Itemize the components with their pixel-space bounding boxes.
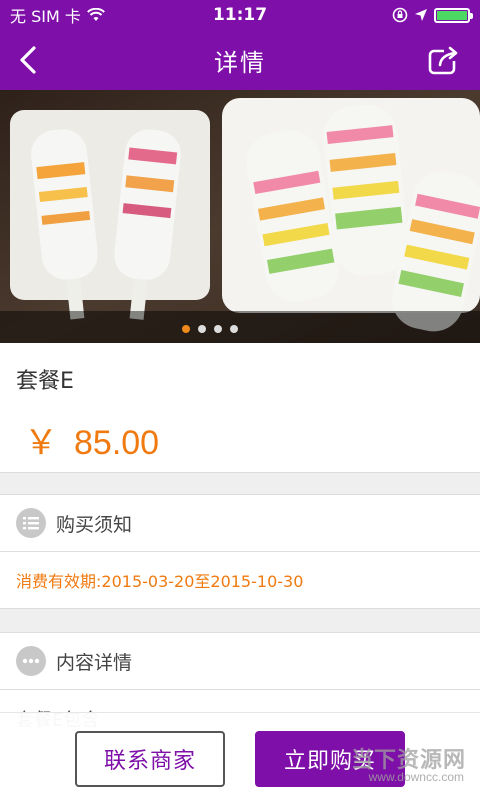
product-price: ￥ 85.00: [24, 415, 159, 464]
location-icon: [415, 9, 427, 21]
buy-now-button[interactable]: 立即购买: [255, 731, 405, 787]
share-icon: [428, 46, 458, 75]
currency-symbol: ￥: [24, 424, 58, 462]
list-icon: [16, 508, 46, 538]
carousel-indicators[interactable]: [0, 325, 480, 333]
carousel-dot[interactable]: [198, 325, 206, 333]
carousel-dot[interactable]: [214, 325, 222, 333]
content-details-label: 内容详情: [56, 651, 133, 674]
more-icon: [16, 646, 46, 676]
chevron-left-icon: [20, 46, 36, 74]
validity-period: 消费有效期: 2015-03-20至2015-10-30: [0, 552, 480, 609]
back-button[interactable]: [10, 42, 46, 78]
status-time: 11:17: [212, 5, 268, 25]
nav-bar: 详情: [0, 30, 480, 90]
status-left: 无 SIM 卡: [10, 3, 105, 27]
product-photo: [0, 90, 480, 343]
battery-icon: [434, 7, 473, 23]
content-details-header: 内容详情: [0, 632, 480, 690]
share-button[interactable]: [426, 42, 464, 78]
validity-label: 消费有效期:: [16, 572, 102, 591]
product-name: 套餐E: [16, 369, 74, 394]
validity-value: 2015-03-20至2015-10-30: [101, 572, 304, 591]
carousel-dot[interactable]: [230, 325, 238, 333]
bottom-action-bar: 联系商家 立即购买: [0, 712, 480, 800]
purchase-notes-label: 购买须知: [56, 513, 133, 536]
carousel-dot[interactable]: [182, 325, 190, 333]
rotation-lock-icon: [392, 7, 408, 23]
status-right: [392, 7, 473, 23]
product-info: 套餐E ￥ 85.00: [0, 343, 480, 473]
price-value: 85.00: [74, 424, 160, 462]
page-title: 详情: [214, 48, 266, 77]
product-image-carousel[interactable]: [0, 90, 480, 343]
wifi-icon: [86, 8, 105, 21]
purchase-notes-header: 购买须知: [0, 494, 480, 552]
contact-merchant-button[interactable]: 联系商家: [75, 731, 225, 787]
status-bar: 无 SIM 卡 11:17: [0, 0, 480, 30]
carrier-text: 无 SIM 卡: [10, 7, 81, 26]
